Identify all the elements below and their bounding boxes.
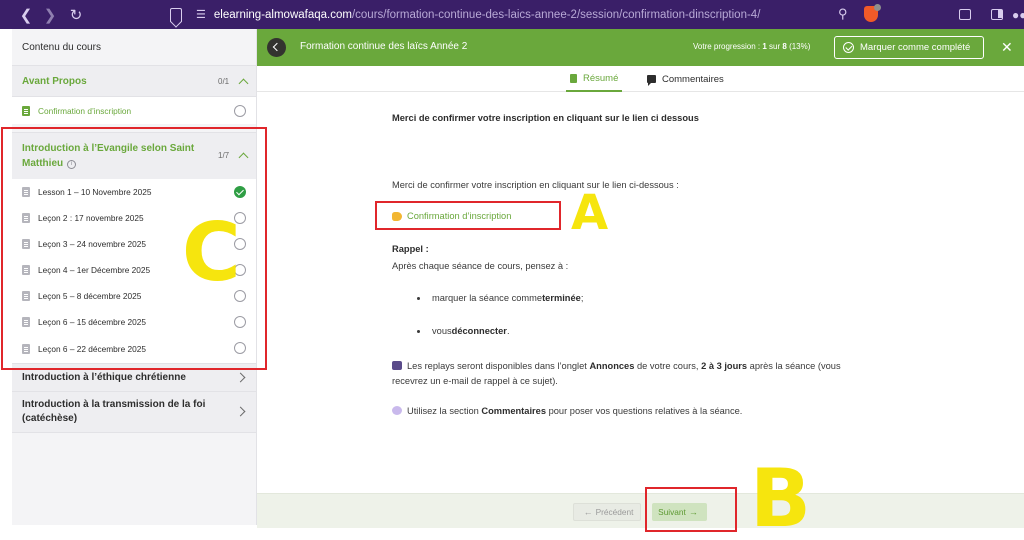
content-tabs: Résumé Commentaires <box>257 66 1024 92</box>
comment-notice: Utilisez la section Commentaires pour po… <box>392 406 742 416</box>
section-title: Introduction à l’éthique chrétienne <box>22 371 186 383</box>
comment-bold: Commentaires <box>481 406 546 416</box>
brave-shield-icon[interactable] <box>864 4 881 22</box>
reload-icon[interactable]: ↻ <box>66 5 86 25</box>
replay-text: Les replays seront disponibles dans l’on… <box>407 361 590 371</box>
replay-bold: 2 à 3 jours <box>701 361 748 371</box>
progress-percent: (13%) <box>786 42 811 51</box>
screenshot-icon[interactable] <box>959 9 971 20</box>
bullet-mark-complete: marquer la séance comme terminée ; <box>417 293 583 303</box>
bullet-text: marquer la séance comme <box>432 293 543 303</box>
bullet-text: vous <box>432 326 452 336</box>
section-count: 0/1 <box>218 77 230 86</box>
tab-comments[interactable]: Commentaires <box>643 66 728 92</box>
close-icon[interactable]: ✕ <box>1001 39 1013 56</box>
arrow-left-icon: ← <box>583 507 593 517</box>
bullet-logout: vous déconnecter. <box>417 326 510 336</box>
course-title: Formation continue des laïcs Année 2 <box>300 41 468 52</box>
annotation-box-next <box>645 487 737 532</box>
bullet-text: . <box>506 326 510 336</box>
forward-arrow-icon[interactable]: ❯ <box>40 5 60 25</box>
section-transmission-foi[interactable]: Introduction à la transmission de la foi… <box>12 391 256 433</box>
sidebar-header: Contenu du cours <box>12 29 256 65</box>
lesson-content: Merci de confirmer votre inscription en … <box>257 92 1024 493</box>
speech-bubble-icon <box>392 406 402 415</box>
annotation-letter-b: B <box>750 452 811 540</box>
site-info-icon[interactable]: ☰ <box>196 8 206 21</box>
annotation-letter-c: C <box>182 206 241 299</box>
section-title: Introduction à la transmission de la foi… <box>22 399 206 424</box>
section-title: Avant Propos <box>22 75 87 87</box>
chevron-up-icon[interactable] <box>238 78 249 89</box>
comment-text: pour poser vos questions relatives à la … <box>546 406 743 416</box>
rappel-title: Rappel : <box>392 244 429 254</box>
mark-complete-button[interactable]: Marquer comme complété <box>834 36 984 59</box>
previous-label: Précédent <box>595 507 634 517</box>
lesson-navigation: ← Précédent Suivant → <box>257 493 1024 528</box>
status-circle-icon[interactable] <box>234 105 246 117</box>
back-arrow-icon[interactable]: ❮ <box>16 5 36 25</box>
extensions-icon[interactable]: ●● <box>1012 8 1024 22</box>
section-avant-propos[interactable]: Avant Propos 0/1 <box>12 65 256 96</box>
bullet-bold: terminée <box>542 293 581 303</box>
bullet-text: ; <box>580 293 584 303</box>
zoom-icon[interactable]: ⚲ <box>838 6 848 22</box>
address-bar[interactable]: elearning-almowafaqa.com/cours/formation… <box>214 9 761 21</box>
mark-complete-label: Marquer comme complété <box>860 42 971 53</box>
video-camera-icon <box>392 361 402 370</box>
browser-toolbar: ❮ ❯ ↻ ☰ elearning-almowafaqa.com/cours/f… <box>0 0 1024 29</box>
url-path: /cours/formation-continue-des-laics-anne… <box>351 8 761 21</box>
progress-prefix: Votre progression : <box>693 42 763 51</box>
replay-bold: Annonces <box>589 361 635 371</box>
replay-text: de votre cours, <box>634 361 702 371</box>
check-circle-icon <box>843 42 854 53</box>
annotation-box-link <box>375 201 561 230</box>
annotation-letter-a: A <box>571 185 609 241</box>
previous-button[interactable]: ← Précédent <box>573 503 641 521</box>
chevron-right-icon[interactable] <box>235 406 246 417</box>
screenshot-root: ❮ ❯ ↻ ☰ elearning-almowafaqa.com/cours/f… <box>0 0 1024 540</box>
url-host: elearning-almowafaqa.com <box>213 8 352 21</box>
bookmark-icon[interactable] <box>170 7 182 22</box>
chevron-right-icon[interactable] <box>235 372 246 383</box>
lesson-item-confirmation[interactable]: Confirmation d’inscription <box>12 96 256 124</box>
content-intro: Merci de confirmer votre inscription en … <box>392 180 679 190</box>
rappel-text: Après chaque séance de cours, pensez à : <box>392 261 569 271</box>
document-icon <box>22 105 30 116</box>
content-heading: Merci de confirmer votre inscription en … <box>392 113 699 123</box>
comment-text: Utilisez la section <box>407 406 482 416</box>
document-icon <box>570 73 577 83</box>
replay-notice: Les replays seront disponibles dans l’on… <box>392 359 872 389</box>
tab-label: Résumé <box>583 72 619 84</box>
progress-mid: sur <box>766 42 783 51</box>
back-circle-icon[interactable] <box>267 38 286 57</box>
tab-label: Commentaires <box>662 73 724 85</box>
sidebar-toggle-icon[interactable] <box>991 9 1003 20</box>
comment-icon <box>647 75 656 86</box>
progress-text: Votre progression : 1 sur 8 (13%) <box>693 42 810 51</box>
bullet-bold: déconnecter <box>451 326 507 336</box>
tab-resume[interactable]: Résumé <box>566 66 623 92</box>
course-header-bar: Formation continue des laïcs Année 2 Vot… <box>257 29 1024 66</box>
lesson-label: Confirmation d’inscription <box>38 105 132 116</box>
